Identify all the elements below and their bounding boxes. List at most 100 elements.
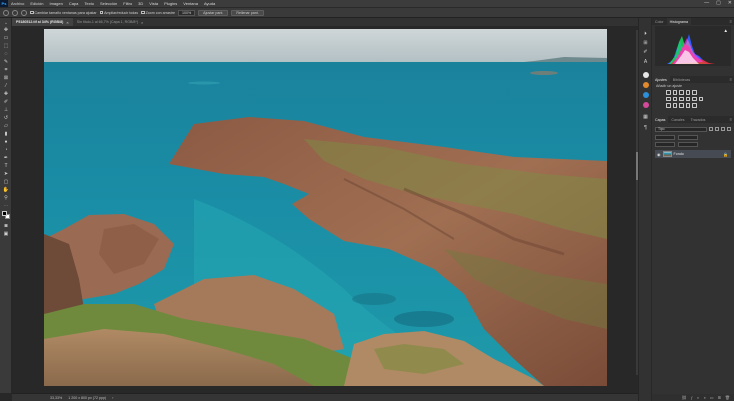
more-tools-icon[interactable]: ··· xyxy=(2,203,10,210)
type-tool-icon[interactable]: T xyxy=(2,163,10,170)
panel-menu-icon[interactable]: ≡ xyxy=(730,117,732,122)
menu-texto[interactable]: Texto xyxy=(81,1,97,6)
hand-tool-icon[interactable]: ✋ xyxy=(2,187,10,194)
fit-screen-button[interactable]: Ajustar pant. xyxy=(198,9,229,16)
zoom-value-field[interactable]: 100% xyxy=(177,9,196,16)
gradients-panel-icon[interactable] xyxy=(642,102,649,108)
invert-adjust-icon[interactable] xyxy=(666,103,671,108)
filter-type-icon[interactable] xyxy=(721,127,725,131)
crop-tool-icon[interactable]: ⌗ xyxy=(2,67,10,74)
zoom-in-icon[interactable] xyxy=(12,9,18,16)
status-zoom[interactable]: 33,33% xyxy=(50,396,62,400)
filter-shape-icon[interactable] xyxy=(727,127,731,131)
marquee-tool-icon[interactable]: ⬚ xyxy=(2,43,10,50)
lock-options[interactable] xyxy=(655,142,675,147)
hue-saturation-adjust-icon[interactable] xyxy=(666,96,671,101)
blur-tool-icon[interactable]: ● xyxy=(2,139,10,146)
menu-vista[interactable]: Vista xyxy=(146,1,161,6)
clone-stamp-tool-icon[interactable]: ⊥ xyxy=(2,107,10,114)
tab-libraries[interactable]: Bibliotecas xyxy=(670,76,693,83)
menu-edicion[interactable]: Edición xyxy=(27,1,46,6)
tab-untitled-document[interactable]: Sin título-1 al 66,7% (Capa 1, RGB/8*) × xyxy=(73,18,148,26)
zoom-tool-side-icon[interactable]: ⚲ xyxy=(2,195,10,202)
trash-icon[interactable]: 🗑 xyxy=(725,395,730,400)
artboard-tool-icon[interactable]: ▭ xyxy=(2,35,10,42)
resize-windows-checkbox[interactable]: Cambiar tamaño ventanas para ajustar xyxy=(30,11,97,15)
selective-color-adjust-icon[interactable] xyxy=(692,103,697,108)
menu-archivo[interactable]: Archivo xyxy=(8,1,27,6)
scrubby-zoom-checkbox[interactable]: Zoom con arrastre xyxy=(141,11,175,15)
quick-select-tool-icon[interactable]: ✎ xyxy=(2,59,10,66)
levels-adjust-icon[interactable] xyxy=(672,90,677,95)
close-tab-icon[interactable]: × xyxy=(141,20,143,25)
new-layer-icon[interactable]: ⊞ xyxy=(718,395,721,400)
panel-menu-icon[interactable]: ≡ xyxy=(730,77,732,82)
rectangle-tool-icon[interactable]: ▢ xyxy=(2,179,10,186)
color-panel-icon[interactable] xyxy=(642,82,649,88)
exposure-adjust-icon[interactable] xyxy=(685,90,690,95)
link-layers-icon[interactable]: ⛓ xyxy=(682,395,687,400)
status-arrow-icon[interactable]: › xyxy=(112,395,113,400)
zoom-out-icon[interactable] xyxy=(21,9,27,16)
layer-kind-filter[interactable]: Tipo xyxy=(655,126,707,132)
tab-channels[interactable]: Canales xyxy=(668,116,687,123)
brush-panel-icon[interactable]: ✐ xyxy=(642,48,649,55)
close-icon[interactable]: ✕ xyxy=(728,0,732,7)
layer-row[interactable]: ◉ Fondo 🔒 xyxy=(655,150,731,158)
adjustment-layer-icon[interactable]: ◑ xyxy=(703,395,705,400)
tab-adjustments[interactable]: Ajustes xyxy=(652,76,670,83)
cache-warning-icon[interactable]: ▲ xyxy=(724,28,728,33)
learn-panel-icon[interactable] xyxy=(642,72,649,78)
layer-name[interactable]: Fondo xyxy=(674,152,684,156)
threshold-adjust-icon[interactable] xyxy=(679,103,684,108)
close-tab-icon[interactable]: × xyxy=(66,20,68,25)
fill-screen-button[interactable]: Rellenar pant. xyxy=(231,9,264,16)
menu-ventana[interactable]: Ventana xyxy=(180,1,201,6)
foreground-color-swatch[interactable] xyxy=(2,211,7,216)
move-tool-icon[interactable]: ✥ xyxy=(2,27,10,34)
path-selection-tool-icon[interactable]: ➤ xyxy=(2,171,10,178)
blend-mode-select[interactable] xyxy=(655,135,675,140)
filter-adjust-icon[interactable] xyxy=(715,127,719,131)
brush-tool-icon[interactable]: ✐ xyxy=(2,99,10,106)
document-image[interactable] xyxy=(44,29,607,386)
tab-color[interactable]: Color xyxy=(652,18,667,25)
brightness-adjust-icon[interactable] xyxy=(666,90,671,95)
menu-3d[interactable]: 3D xyxy=(135,1,146,6)
black-white-adjust-icon[interactable] xyxy=(679,96,684,101)
mask-icon[interactable]: ◐ xyxy=(697,395,699,400)
eyedropper-tool-icon[interactable]: ⁄ xyxy=(2,83,10,90)
color-balance-adjust-icon[interactable] xyxy=(672,96,677,101)
gradient-map-adjust-icon[interactable] xyxy=(685,103,690,108)
tab-histogram[interactable]: Histograma xyxy=(666,18,691,25)
eraser-tool-icon[interactable]: ▱ xyxy=(2,123,10,130)
healing-brush-tool-icon[interactable]: ✚ xyxy=(2,91,10,98)
tab-layers[interactable]: Capas xyxy=(652,116,669,123)
curves-adjust-icon[interactable] xyxy=(679,90,684,95)
menu-ayuda[interactable]: Ayuda xyxy=(201,1,218,6)
panel-menu-icon[interactable]: ≡ xyxy=(730,19,732,24)
menu-imagen[interactable]: Imagen xyxy=(46,1,65,6)
swatches-panel-icon[interactable] xyxy=(642,92,649,98)
fill-field[interactable] xyxy=(678,142,698,147)
character-panel-icon[interactable]: A xyxy=(642,58,649,65)
history-panel-icon[interactable]: ⏵ xyxy=(642,30,649,37)
lock-icon[interactable]: 🔒 xyxy=(723,152,728,157)
tab-paths[interactable]: Trazados xyxy=(688,116,709,123)
dodge-tool-icon[interactable]: ◔ xyxy=(2,147,10,154)
zoom-tool-icon[interactable] xyxy=(3,9,9,16)
menu-filtro[interactable]: Filtro xyxy=(120,1,135,6)
pen-tool-icon[interactable]: ✒ xyxy=(2,155,10,162)
color-lookup-adjust-icon[interactable] xyxy=(698,96,703,101)
lasso-tool-icon[interactable]: ◌ xyxy=(2,51,10,58)
screen-mode-icon[interactable]: ▣ xyxy=(2,231,10,238)
tab-active-document[interactable]: P5180512.tif al 34% (RGB/8) × xyxy=(12,18,73,26)
minimize-icon[interactable]: — xyxy=(704,0,709,7)
posterize-adjust-icon[interactable] xyxy=(672,103,677,108)
fx-icon[interactable]: ƒ xyxy=(691,395,693,400)
patterns-panel-icon[interactable]: ▦ xyxy=(642,113,649,120)
opacity-field[interactable] xyxy=(678,135,698,140)
properties-panel-icon[interactable]: ⊞ xyxy=(642,39,649,46)
maximize-icon[interactable]: ▢ xyxy=(716,0,721,7)
group-icon[interactable]: ▭ xyxy=(710,395,714,400)
